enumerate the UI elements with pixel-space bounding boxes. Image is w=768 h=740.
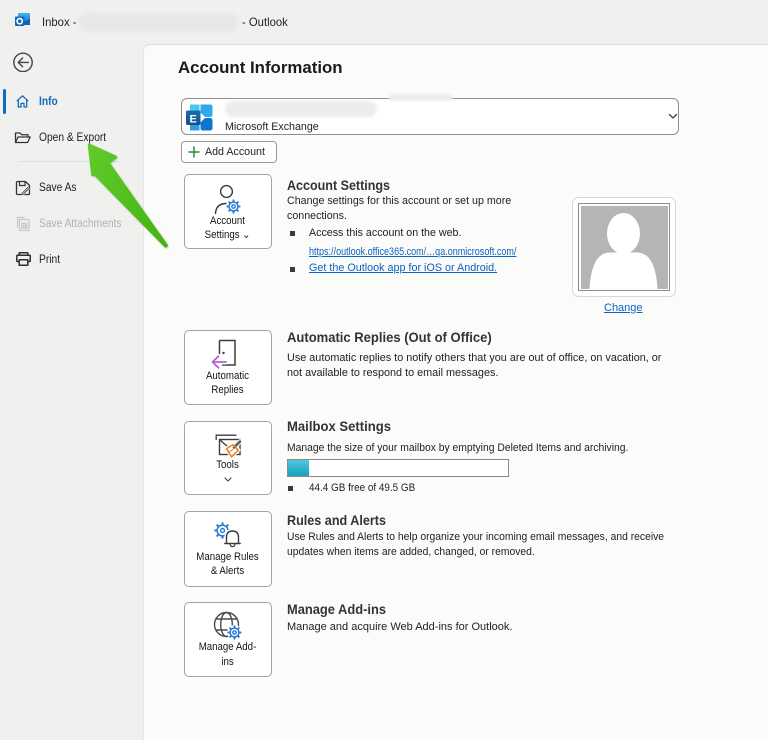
svg-text:E: E <box>189 113 196 125</box>
